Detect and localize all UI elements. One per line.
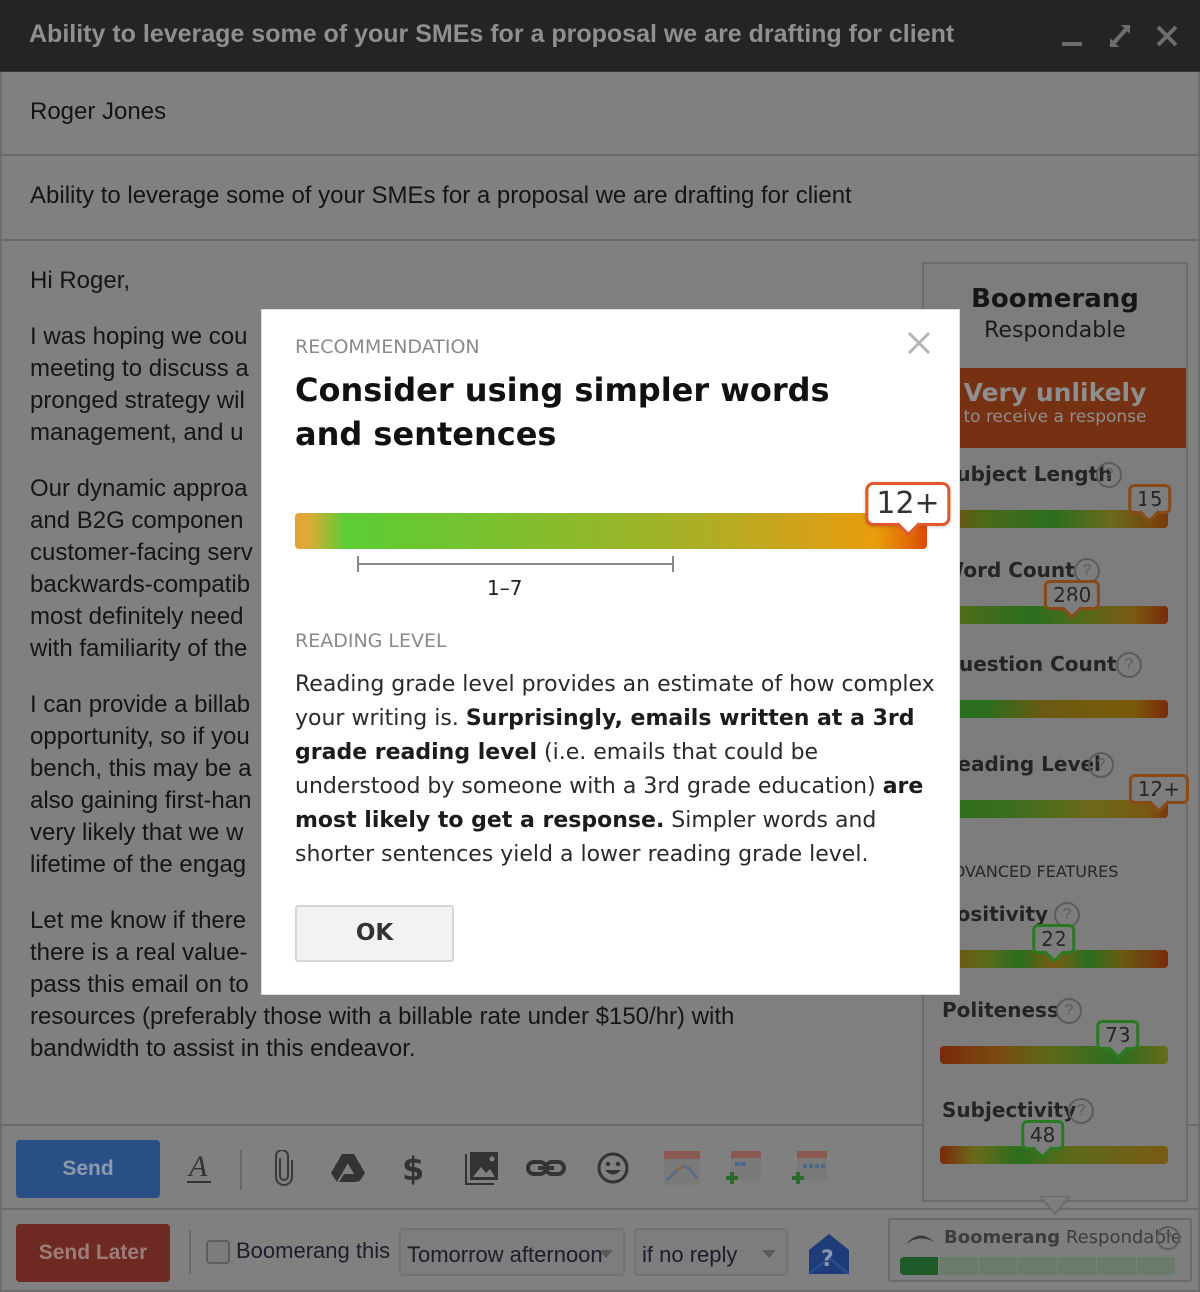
recipient-chip[interactable]: Roger Jones (30, 98, 166, 126)
verdict-subtitle: to receive a response (963, 407, 1147, 427)
drive-icon[interactable] (328, 1148, 368, 1188)
emoji-icon[interactable] (593, 1148, 633, 1188)
recommended-range-label: 1–7 (487, 576, 523, 600)
svg-text:A: A (187, 1150, 208, 1183)
metric-value-pin: 48 (1020, 1120, 1065, 1150)
panel-brand: Boomerang (971, 284, 1139, 314)
help-icon[interactable]: ? (1068, 1098, 1094, 1124)
boomerang-checkbox[interactable] (206, 1240, 230, 1264)
ok-button[interactable]: OK (295, 905, 454, 962)
advanced-features-label: ADVANCED FEATURES (942, 862, 1119, 881)
metric-word-count: Word Count ? 280 (924, 558, 1186, 638)
boomerang-checkbox-label[interactable]: Boomerang this (236, 1238, 390, 1264)
meter-segment (1097, 1257, 1137, 1275)
help-envelope-icon[interactable]: ? (807, 1232, 851, 1276)
recommendation-dialog: RECOMMENDATION Consider using simpler wo… (261, 309, 960, 995)
meter-segment (939, 1257, 979, 1275)
boomerang-when-value: Tomorrow afternoon (407, 1242, 603, 1267)
svg-text:?: ? (821, 1247, 834, 1272)
metric-value-pin: 22 (1032, 924, 1076, 954)
subject-field[interactable]: Ability to leverage some of your SMEs fo… (0, 156, 1200, 241)
minimize-icon[interactable] (1058, 18, 1088, 52)
toolbar-divider (189, 1230, 191, 1274)
metric-label: Question Count (942, 652, 1117, 676)
boomerang-condition-select[interactable]: if no reply (634, 1228, 788, 1276)
link-icon[interactable] (526, 1148, 566, 1188)
metric-label: Politeness (942, 998, 1059, 1022)
meter-segment (1137, 1257, 1176, 1275)
greeting: Hi Roger, (30, 267, 131, 294)
metric-label: Word Count (942, 558, 1075, 582)
send-later-button[interactable]: Send Later (16, 1224, 170, 1282)
metric-value-pin: 280 (1044, 580, 1101, 610)
boomerang-when-select[interactable]: Tomorrow afternoon (399, 1228, 625, 1276)
calendar-chart-icon[interactable] (662, 1148, 702, 1188)
boomerang-condition-value: if no reply (642, 1242, 738, 1267)
recommended-range-bracket (357, 556, 674, 572)
metric-label: Subject Length (942, 462, 1113, 486)
metric-reading-level: Reading Level ? 12+ (924, 752, 1189, 832)
toolbar-divider (240, 1150, 242, 1190)
respondable-meter (900, 1257, 1176, 1275)
metric-value-pin: 73 (1096, 1020, 1140, 1050)
meter-segment (1058, 1257, 1098, 1275)
section-label: READING LEVEL (295, 630, 447, 652)
metric-politeness: Politeness ? 73 (924, 998, 1186, 1078)
metric-subjectivity: Subjectivity ? 48 (924, 1098, 1186, 1178)
dialog-headline: Consider using simpler words and sentenc… (295, 371, 830, 453)
subject-input[interactable]: Ability to leverage some of your SMEs fo… (30, 182, 852, 210)
send-button[interactable]: Send (16, 1140, 160, 1198)
window-title: Ability to leverage some of your SMEs fo… (29, 20, 955, 48)
metric-label: Reading Level (942, 752, 1101, 776)
metric-positivity: Positivity ? 22 (924, 902, 1186, 982)
metric-bar (940, 700, 1168, 718)
help-icon[interactable]: ? (1088, 752, 1114, 778)
metric-label: Subjectivity (942, 1098, 1077, 1122)
calendar-add-multi-icon[interactable] (790, 1148, 830, 1188)
metric-value-pin: 12+ (1128, 774, 1189, 804)
meter-segment (979, 1257, 1019, 1275)
photo-icon[interactable] (462, 1148, 502, 1188)
metric-value-pin: 15 (1128, 484, 1172, 514)
help-icon[interactable]: ? (1096, 462, 1122, 488)
metric-question-count: Question Count ? 0 (924, 652, 1186, 732)
reading-level-value-pin: 12+ (865, 482, 951, 526)
help-icon[interactable]: ? (1056, 998, 1082, 1024)
panel-product: Respondable (984, 318, 1126, 343)
meter-segment (900, 1257, 940, 1275)
reading-level-description: Reading grade level provides an estimate… (295, 672, 935, 867)
help-icon[interactable]: ? (1116, 652, 1142, 678)
compose-titlebar: Ability to leverage some of your SMEs fo… (0, 0, 1200, 72)
respondable-mini-label: Boomerang Respondable (944, 1227, 1182, 1248)
to-field[interactable]: Roger Jones (0, 72, 1200, 156)
meter-segment (1018, 1257, 1058, 1275)
formatting-icon[interactable]: A (179, 1148, 219, 1188)
response-verdict: Very unlikely to receive a response (924, 368, 1186, 448)
chevron-down-icon (599, 1250, 613, 1258)
help-icon[interactable]: ? (1156, 1226, 1180, 1250)
expand-icon[interactable] (1105, 18, 1135, 52)
close-icon[interactable] (906, 330, 932, 356)
verdict-title: Very unlikely (963, 378, 1147, 407)
metric-subject-length: Subject Length ? 15 (924, 462, 1186, 542)
attach-icon[interactable] (264, 1148, 304, 1188)
svg-text:$: $ (402, 1150, 424, 1188)
respondable-toggle[interactable]: Boomerang Respondable ? (888, 1218, 1192, 1282)
respondable-panel: Boomerang Respondable Very unlikely to r… (922, 262, 1189, 1202)
chevron-down-icon (762, 1250, 776, 1258)
panel-pointer (1040, 1196, 1070, 1216)
calendar-add-icon[interactable] (724, 1148, 764, 1188)
dialog-kicker: RECOMMENDATION (295, 336, 480, 358)
reading-level-scale (295, 513, 927, 549)
close-icon[interactable] (1152, 18, 1182, 52)
money-icon[interactable]: $ (394, 1148, 434, 1188)
boomerang-logo-icon (904, 1230, 936, 1246)
